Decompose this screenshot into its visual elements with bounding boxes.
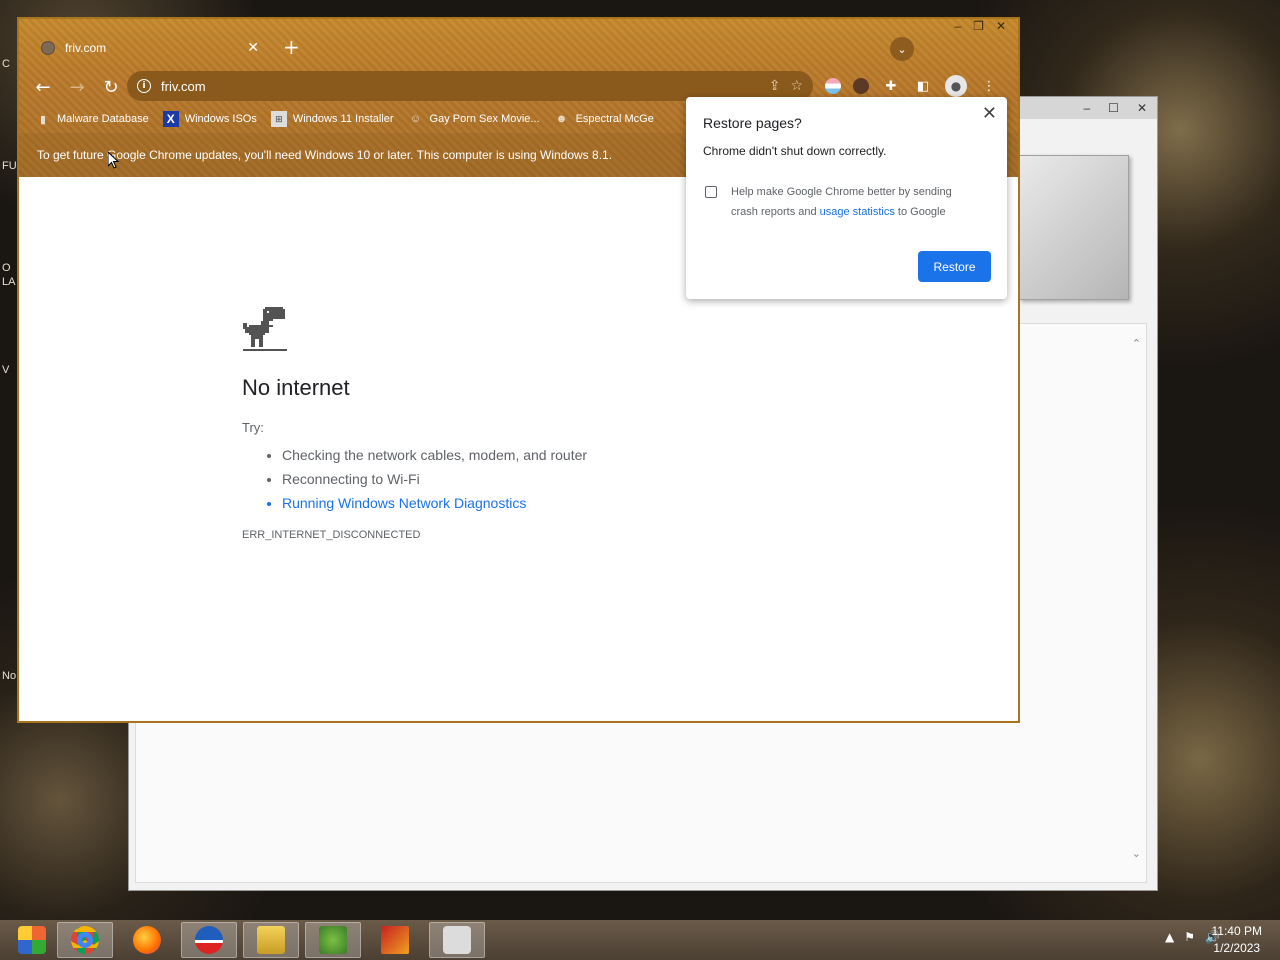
menu-dots-icon[interactable]: ⋮ (979, 76, 999, 96)
desktop-label-fragment: V (2, 364, 10, 376)
bookmark-espectral-mcge[interactable]: ☻ Espectral McGe (554, 111, 654, 127)
face-icon: ☻ (555, 113, 568, 125)
restore-pages-dialog: Restore pages? ✕ Chrome didn't shut down… (686, 97, 1007, 299)
bookmark-label: Malware Database (57, 113, 149, 125)
clock[interactable]: 11:40 PM 1/2/2023 (1212, 923, 1262, 957)
dinosaur-icon[interactable] (243, 307, 287, 351)
error-code: ERR_INTERNET_DISCONNECTED (242, 529, 421, 541)
clock-time: 11:40 PM (1211, 924, 1262, 938)
maximize-button[interactable]: ☐ (1108, 101, 1119, 115)
scroll-down-icon[interactable]: ⌄ (1132, 847, 1141, 860)
close-window-button[interactable]: ✕ (996, 19, 1006, 33)
tab-title: friv.com (65, 41, 107, 55)
infobar-text: To get future Google Chrome updates, you… (37, 148, 613, 162)
taskbar-people-app[interactable] (305, 922, 361, 958)
taskbar-chrome[interactable] (57, 922, 113, 958)
bookmark-windows-11-installer[interactable]: ⊞ Windows 11 Installer (270, 111, 394, 127)
suggestion-item: Reconnecting to Wi-Fi (282, 467, 587, 491)
bookmark-label: Gay Porn Sex Movie... (429, 113, 540, 125)
extension-area: ✚ ◧ ● ⋮ (825, 75, 999, 97)
windows-icon: ⊞ (270, 111, 287, 127)
bookmark-windows-isos[interactable]: X Windows ISOs (162, 111, 257, 127)
taskbar-red-app[interactable] (367, 922, 423, 958)
show-hidden-icons-chevron-icon[interactable]: ▲ (1165, 930, 1174, 944)
taskbar: ▲ ⚑ 🔊 11:40 PM 1/2/2023 (0, 920, 1280, 960)
clock-date: 1/2/2023 (1213, 941, 1261, 955)
taskbar-firefox[interactable] (119, 922, 175, 958)
taskbar-file-explorer[interactable] (243, 922, 299, 958)
mouse-cursor-icon (108, 152, 120, 169)
network-disconnected-icon[interactable]: ⚑ (1184, 930, 1195, 944)
close-button[interactable]: ✕ (1137, 101, 1147, 115)
desktop-label-fragment: LA (2, 276, 16, 288)
bookmark-label: Windows ISOs (184, 113, 257, 125)
profile-icon[interactable]: ● (945, 75, 967, 97)
minimize-button[interactable]: – (1083, 101, 1090, 115)
minimize-button[interactable]: – (954, 19, 961, 33)
usage-stats-label: Help make Google Chrome better by sendin… (731, 182, 981, 222)
suggestion-item: Checking the network cables, modem, and … (282, 443, 587, 467)
network-diagnostics-link[interactable]: Running Windows Network Diagnostics (282, 491, 587, 515)
avatar-extension-icon[interactable] (853, 78, 869, 94)
back-button[interactable]: ← (33, 77, 53, 98)
desktop-label-fragment: O (2, 262, 11, 274)
start-icon (18, 926, 46, 954)
side-panel-icon[interactable]: ◧ (913, 76, 933, 96)
tab-strip: friv.com ✕ + ⌄ – ❐ ✕ (19, 19, 1018, 69)
taskbar-game[interactable] (429, 922, 485, 958)
bookmark-label: Espectral McGe (575, 113, 654, 125)
bookmark-malware-database[interactable]: ▮ Malware Database (35, 111, 149, 127)
desktop-label-fragment: FU (2, 160, 17, 172)
suggestions-list: Checking the network cables, modem, and … (282, 443, 587, 515)
url-text[interactable]: friv.com (161, 79, 759, 94)
close-icon[interactable]: ✕ (982, 103, 997, 124)
tab-search-button[interactable]: ⌄ (890, 37, 914, 61)
usage-stats-checkbox[interactable] (705, 186, 717, 198)
desktop-label-fragment: C (2, 58, 10, 70)
try-label: Try: (242, 420, 264, 435)
forward-button[interactable]: → (67, 77, 87, 98)
reload-button[interactable]: ↻ (101, 77, 121, 98)
dialog-title: Restore pages? (703, 115, 802, 131)
new-tab-button[interactable]: + (283, 37, 300, 57)
trans-flag-extension-icon[interactable] (825, 78, 841, 94)
horse-image (1019, 155, 1129, 300)
game-controller-icon (443, 926, 471, 954)
x-icon: X (162, 111, 179, 127)
ghost-icon: ☺ (409, 113, 422, 125)
obama-logo-icon (195, 926, 223, 954)
start-button[interactable] (4, 922, 60, 958)
red-app-icon (381, 926, 409, 954)
share-icon[interactable]: ⇪ (769, 78, 781, 94)
bookmark-star-icon[interactable]: ☆ (790, 78, 803, 94)
folder-icon: ▮ (39, 113, 47, 126)
tab-friv[interactable]: friv.com ✕ (31, 31, 269, 65)
folder-icon (257, 926, 285, 954)
tab-close-icon[interactable]: ✕ (247, 40, 259, 56)
help-text-suffix: to Google (894, 206, 946, 218)
bookmark-gay-porn-sex-movie[interactable]: ☺ Gay Porn Sex Movie... (408, 111, 540, 127)
bookmark-label: Windows 11 Installer (292, 113, 394, 125)
globe-icon (41, 41, 55, 55)
extensions-puzzle-icon[interactable]: ✚ (881, 76, 901, 96)
error-title: No internet (242, 375, 350, 400)
desktop-label-fragment: No (2, 670, 17, 682)
window-controls: – ❐ ✕ (954, 19, 1006, 33)
scroll-up-icon[interactable]: ⌃ (1132, 337, 1141, 350)
taskbar-obama-app[interactable] (181, 922, 237, 958)
firefox-icon (133, 926, 161, 954)
usage-statistics-link[interactable]: usage statistics (820, 206, 895, 218)
site-info-icon[interactable]: i (137, 79, 151, 93)
restore-button[interactable]: Restore (918, 251, 991, 282)
chrome-icon (71, 926, 99, 954)
dialog-message: Chrome didn't shut down correctly. (703, 144, 887, 158)
restore-down-button[interactable]: ❐ (973, 19, 984, 33)
people-icon (319, 926, 347, 954)
